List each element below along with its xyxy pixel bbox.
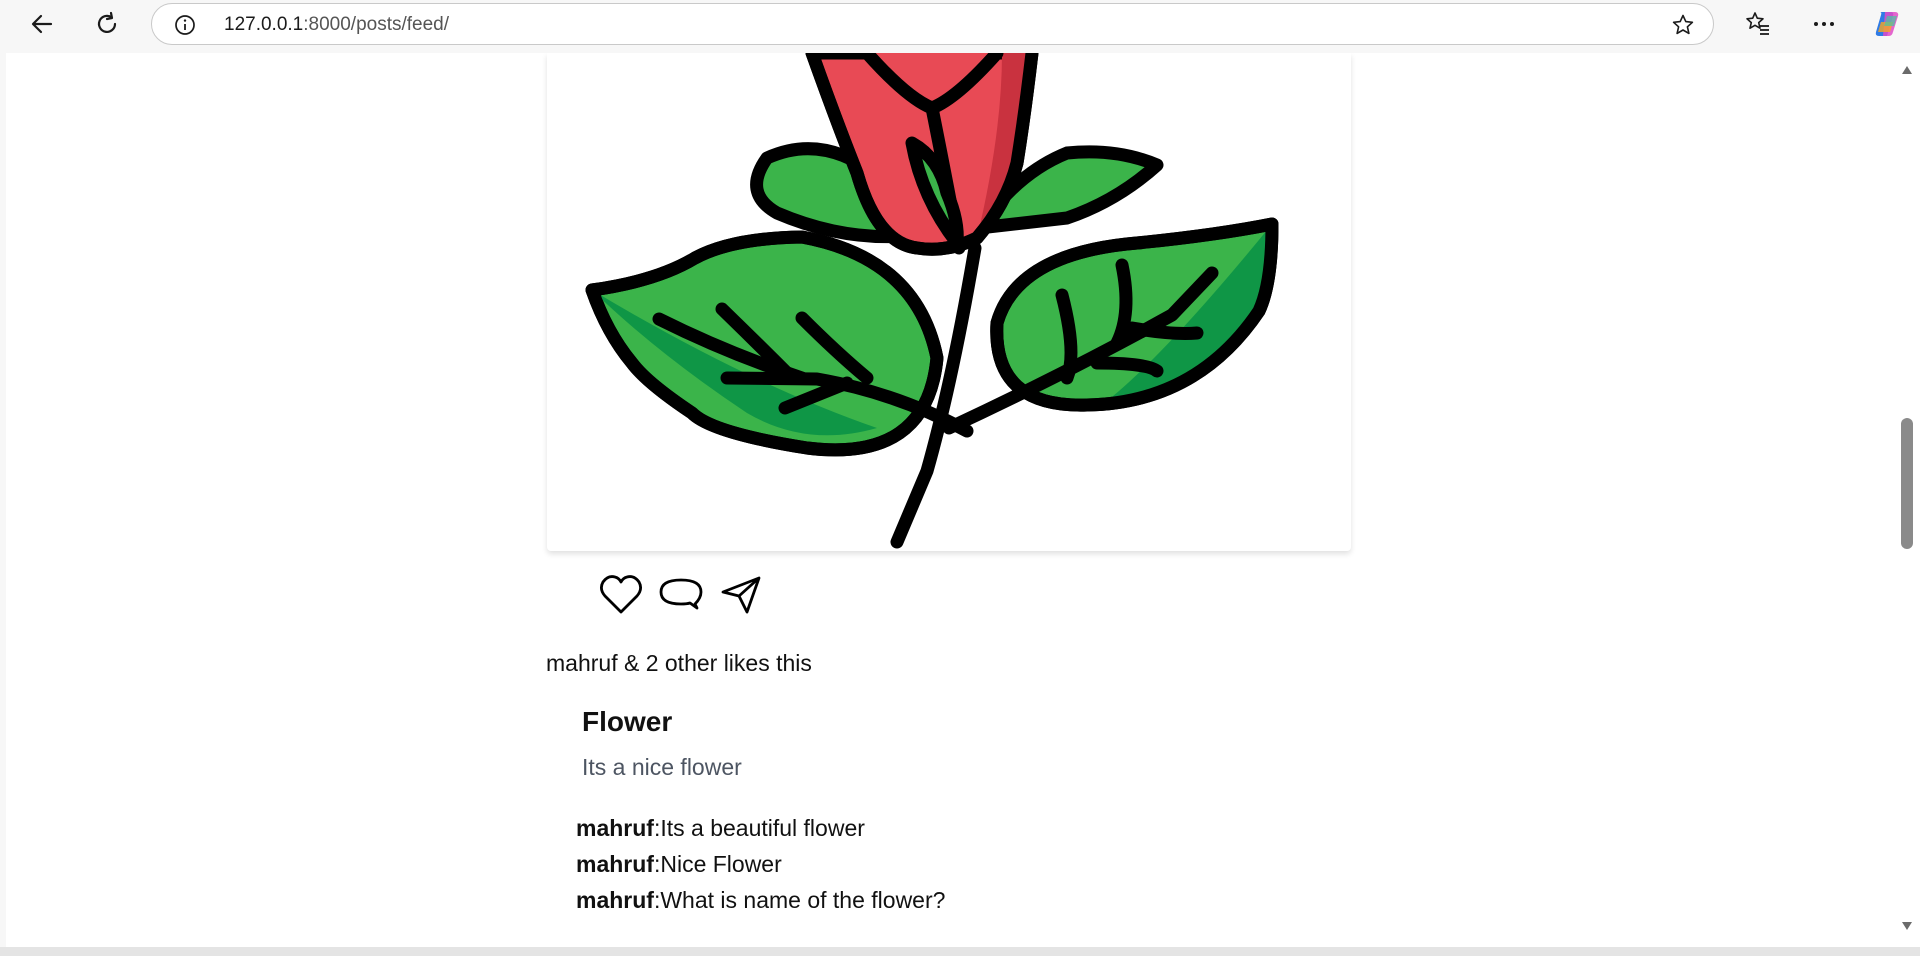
comment-icon (659, 578, 703, 610)
comment-text: :Its a beautiful flower (653, 815, 865, 841)
comment-item: mahruf:What is name of the flower? (576, 882, 945, 918)
post-image-card (547, 53, 1351, 551)
comment-text: :Nice Flower (653, 851, 782, 877)
more-button[interactable] (1804, 4, 1844, 44)
url-text[interactable]: 127.0.0.1:8000/posts/feed/ (224, 14, 449, 36)
browser-toolbar: 127.0.0.1:8000/posts/feed/ (0, 0, 1920, 53)
window-bottom-edge (0, 947, 1920, 956)
post-title: Flower (582, 706, 673, 737)
copilot-icon (1875, 12, 1899, 36)
comment-item: mahruf:Nice Flower (576, 846, 945, 882)
url-host: 127.0.0.1 (224, 14, 304, 35)
comment-item: mahruf:Its a beautiful flower (576, 810, 945, 846)
back-icon (31, 14, 53, 34)
address-bar[interactable]: 127.0.0.1:8000/posts/feed/ (151, 3, 1714, 45)
comment-text: :What is name of the flower? (653, 887, 946, 913)
refresh-button[interactable] (87, 4, 127, 44)
rose-image (585, 53, 1279, 549)
favorites-icon (1746, 12, 1769, 35)
favorite-star-icon[interactable] (1671, 13, 1695, 37)
comment-user: mahruf (576, 815, 654, 841)
scroll-up-arrow-icon[interactable] (1901, 65, 1913, 75)
page-viewport: mahruf & 2 other likes this Flower Its a… (6, 53, 1899, 947)
share-button[interactable] (717, 570, 765, 618)
like-button[interactable] (597, 570, 645, 618)
url-path: :8000/posts/feed/ (303, 14, 450, 35)
copilot-button[interactable] (1867, 4, 1907, 44)
site-info-icon[interactable] (174, 14, 196, 36)
favorites-button[interactable] (1738, 4, 1778, 44)
comment-user: mahruf (576, 851, 654, 877)
back-button[interactable] (22, 4, 62, 44)
comment-user: mahruf (576, 887, 654, 913)
comment-button[interactable] (657, 570, 705, 618)
more-icon (1814, 22, 1834, 26)
post-description: Its a nice flower (582, 754, 742, 780)
likes-summary: mahruf & 2 other likes this (546, 650, 812, 676)
send-icon (721, 576, 761, 614)
vertical-scrollbar[interactable] (1893, 53, 1920, 947)
scroll-down-arrow-icon[interactable] (1901, 921, 1913, 931)
refresh-icon (97, 11, 117, 33)
comments-list: mahruf:Its a beautiful flower mahruf:Nic… (576, 810, 945, 918)
scrollbar-thumb[interactable] (1901, 418, 1913, 549)
heart-icon (600, 575, 642, 614)
